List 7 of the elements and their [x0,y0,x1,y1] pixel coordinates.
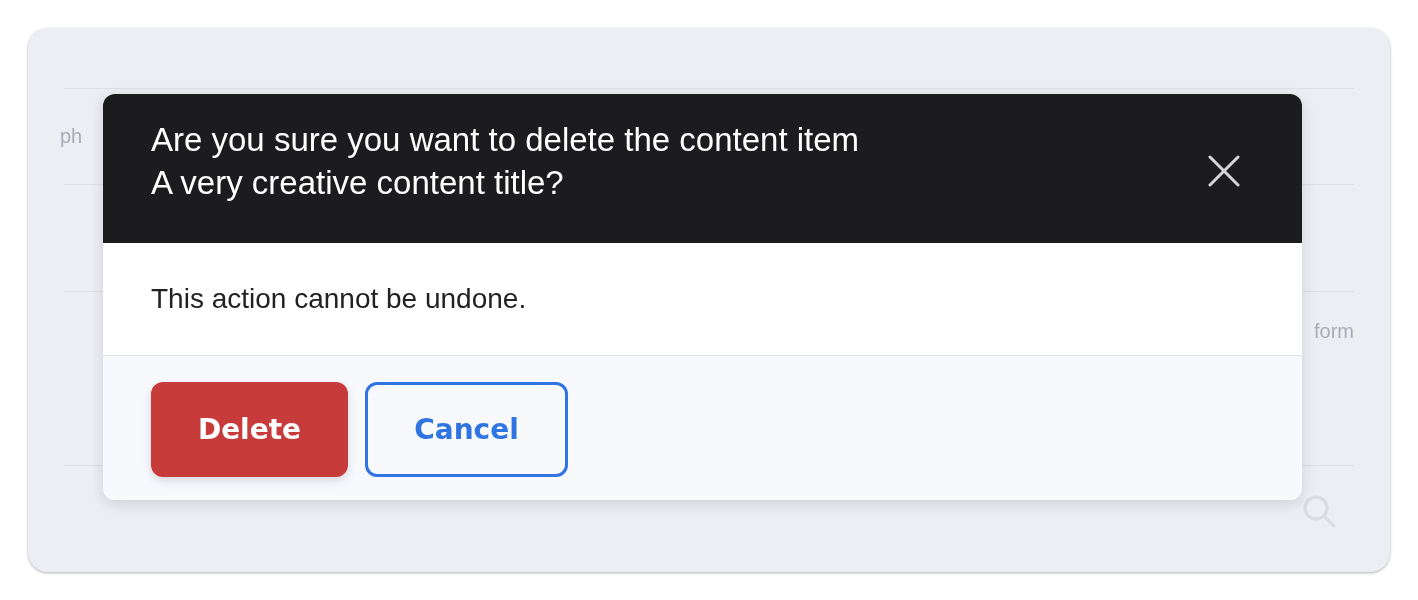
dialog-message: This action cannot be undone. [151,283,527,315]
close-icon[interactable] [1208,155,1240,187]
background-text: ph [60,125,83,148]
dialog-title: Are you sure you want to delete the content item A very creative content title? [151,120,860,203]
background-text: form [1314,320,1354,343]
cancel-button[interactable]: Cancel [365,382,568,477]
delete-button[interactable]: Delete [151,382,348,477]
